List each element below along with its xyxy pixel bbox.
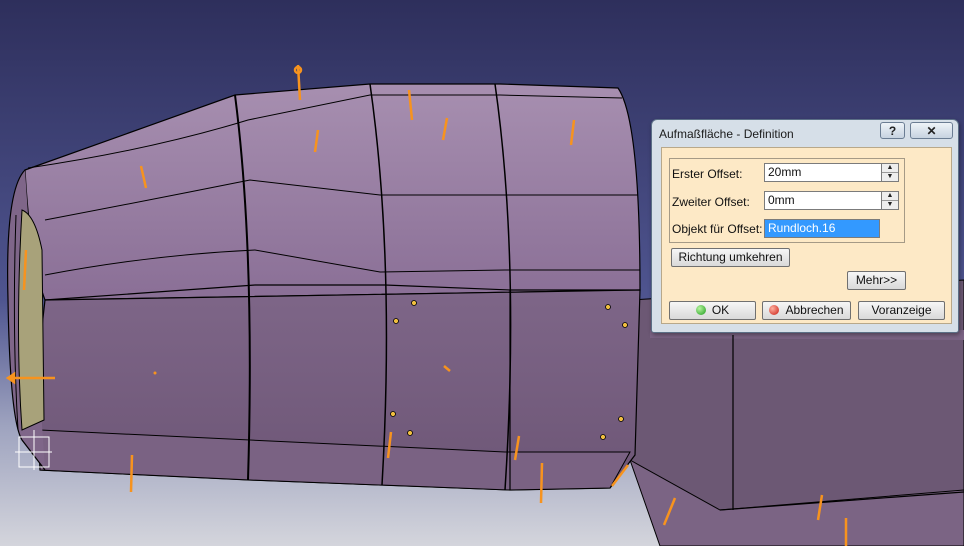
close-button[interactable]: ✕ [910,122,953,139]
ok-button[interactable]: OK [669,301,756,320]
second-offset-label: Zweiter Offset: [672,195,750,209]
second-offset-spinner[interactable]: ▲ ▼ [881,191,899,210]
dialog-title: Aufmaßfläche - Definition [659,127,794,141]
cancel-button[interactable]: Abbrechen [762,301,851,320]
cancel-icon [769,305,780,315]
object-field-value: Rundloch.16 [765,220,879,237]
object-label: Objekt für Offset: [672,222,763,236]
help-button[interactable]: ? [880,122,905,139]
more-button[interactable]: Mehr>> [847,271,906,290]
3d-part-body [7,83,641,491]
preview-button[interactable]: Voranzeige [858,301,945,320]
offset-group: Erster Offset: 20mm ▲ ▼ Zweiter Offset: 0… [669,158,905,243]
ok-icon [695,305,706,315]
first-offset-spinner[interactable]: ▲ ▼ [881,163,899,182]
object-field[interactable]: Rundloch.16 [764,219,880,238]
reverse-direction-button[interactable]: Richtung umkehren [671,248,790,267]
second-offset-field[interactable]: 0mm [764,191,882,210]
offset-surface-dialog: Aufmaßfläche - Definition ? ✕ Erster Off… [651,119,959,333]
cancel-button-label: Abbrechen [785,303,844,317]
first-offset-label: Erster Offset: [672,167,743,181]
dialog-body: Erster Offset: 20mm ▲ ▼ Zweiter Offset: 0… [661,147,952,324]
ok-button-label: OK [711,303,730,317]
first-offset-field[interactable]: 20mm [764,163,882,182]
